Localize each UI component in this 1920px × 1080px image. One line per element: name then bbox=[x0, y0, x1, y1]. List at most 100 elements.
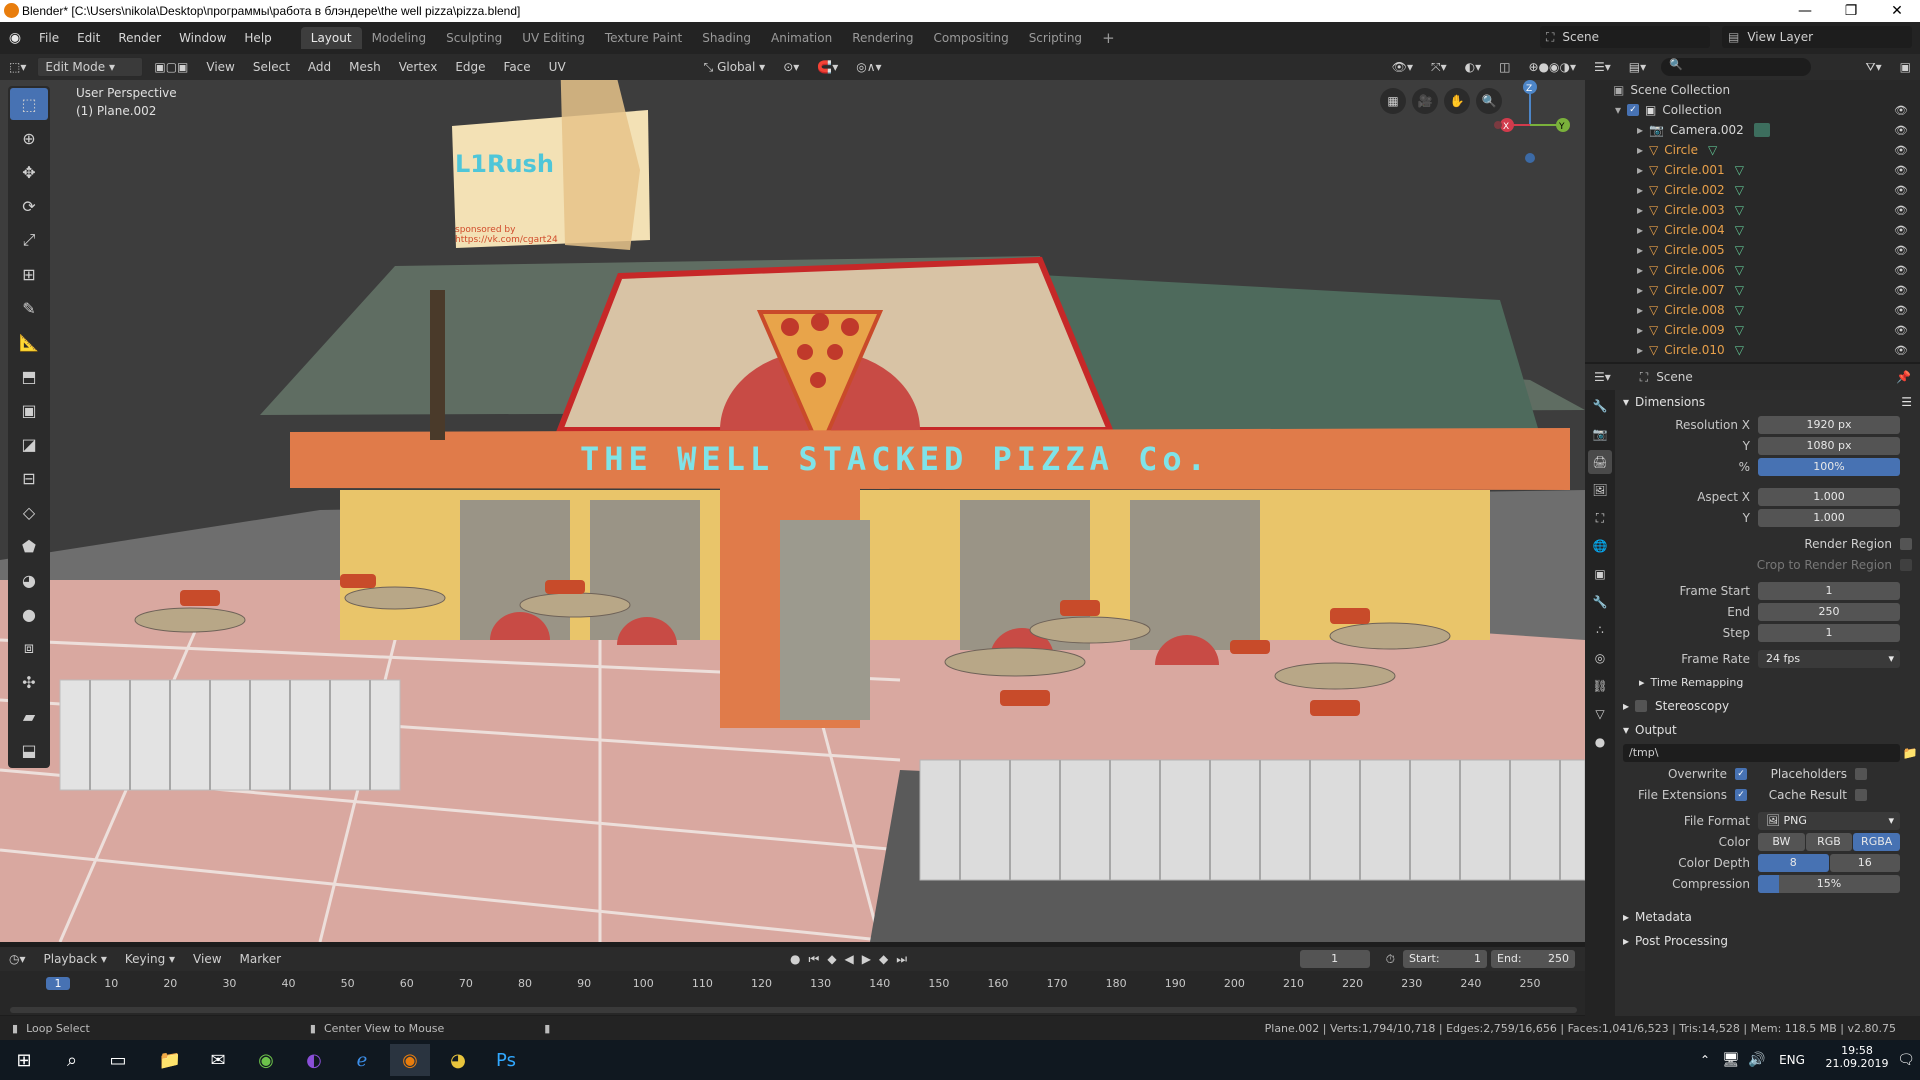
scene-collection-row[interactable]: ▣ Scene Collection bbox=[1585, 80, 1920, 100]
select-box-tool-icon[interactable]: ⬚ bbox=[10, 88, 48, 120]
menu-file[interactable]: File bbox=[30, 31, 68, 45]
outliner-item[interactable]: ▸ 📷 Camera.002 👁 bbox=[1585, 120, 1920, 140]
inset-tool-icon[interactable]: ▣ bbox=[10, 394, 48, 426]
tab-sculpting[interactable]: Sculpting bbox=[436, 27, 512, 49]
play-icon[interactable]: ▶ bbox=[862, 952, 871, 967]
tab-scripting[interactable]: Scripting bbox=[1019, 27, 1092, 49]
rotate-tool-icon[interactable]: ⟳ bbox=[10, 190, 48, 222]
filter-icon[interactable]: ⛛▾ bbox=[1859, 58, 1889, 77]
frame-rate-dropdown[interactable]: 24 fps ▾ bbox=[1758, 650, 1900, 668]
file-explorer-icon[interactable]: 📁 bbox=[150, 1044, 190, 1076]
pan-hand-icon[interactable]: ✋ bbox=[1444, 88, 1470, 114]
tab-compositing[interactable]: Compositing bbox=[923, 27, 1018, 49]
shrink-fatten-tool-icon[interactable]: ✣ bbox=[10, 666, 48, 698]
menu-face[interactable]: Face bbox=[497, 58, 538, 76]
timeline-editor-type-icon[interactable]: ◷▾ bbox=[2, 950, 33, 968]
outliner-item[interactable]: ▸ ▽ Circle.002 ▽ 👁 bbox=[1585, 180, 1920, 200]
output-section[interactable]: ▾ Output bbox=[1615, 718, 1920, 742]
outliner-item[interactable]: ▸ ▽ Circle.005 ▽ 👁 bbox=[1585, 240, 1920, 260]
stereoscopy-checkbox[interactable] bbox=[1635, 700, 1648, 712]
compression-slider[interactable]: 15% bbox=[1758, 875, 1900, 893]
notifications-icon[interactable]: 🗨 bbox=[1892, 1044, 1920, 1076]
gizmo-toggle-icon[interactable]: ⤧▾ bbox=[1424, 58, 1454, 77]
collection-checkbox[interactable]: ✓ bbox=[1627, 104, 1640, 116]
menu-help[interactable]: Help bbox=[235, 31, 280, 45]
measure-tool-icon[interactable]: 📐 bbox=[10, 326, 48, 358]
proportional-edit-icon[interactable]: ◎∧▾ bbox=[849, 58, 888, 76]
editor-type-icon[interactable]: ⬚▾ bbox=[2, 58, 33, 76]
toggle-grid-icon[interactable]: ▦ bbox=[1380, 88, 1406, 114]
frame-start-field[interactable]: 1 bbox=[1758, 582, 1900, 600]
visibility-eye-icon[interactable]: 👁 bbox=[1894, 204, 1908, 217]
annotate-tool-icon[interactable]: ✎ bbox=[10, 292, 48, 324]
menu-vertex[interactable]: Vertex bbox=[392, 58, 445, 76]
timeline[interactable]: 1 10 20 30 40 50 60 70 80 90 100 110 120 130 140 150 160… bbox=[0, 971, 1585, 1015]
outliner-item[interactable]: ▸ ▽ Circle.009 ▽ 👁 bbox=[1585, 320, 1920, 340]
task-view-icon[interactable]: ▭ bbox=[98, 1044, 138, 1076]
chrome-icon[interactable]: ◕ bbox=[438, 1044, 478, 1076]
depth-16-button[interactable]: 16 bbox=[1829, 854, 1900, 872]
camera-view-icon[interactable]: 🎥 bbox=[1412, 88, 1438, 114]
resolution-y-field[interactable]: 1080 px bbox=[1758, 437, 1900, 455]
start-frame-field[interactable]: Start: 1 bbox=[1403, 950, 1487, 968]
volume-icon[interactable]: 🔊 bbox=[1744, 1044, 1770, 1076]
folder-icon[interactable]: 📁 bbox=[1900, 746, 1920, 760]
resolution-percent-field[interactable]: 100% bbox=[1758, 458, 1900, 476]
visibility-icon[interactable]: 👁▾ bbox=[1385, 58, 1420, 76]
scale-tool-icon[interactable]: ⤢ bbox=[10, 224, 48, 256]
select-mode-icons[interactable]: ▣▢▣ bbox=[147, 58, 195, 76]
orientation-selector[interactable]: ⤡ Global ▾ bbox=[697, 58, 773, 77]
transform-tool-icon[interactable]: ⊞ bbox=[10, 258, 48, 290]
menu-timeline-view[interactable]: View bbox=[186, 950, 228, 968]
render-region-checkbox[interactable] bbox=[1900, 538, 1912, 550]
depth-8-button[interactable]: 8 bbox=[1758, 854, 1829, 872]
frame-end-field[interactable]: 250 bbox=[1758, 603, 1900, 621]
file-extensions-checkbox[interactable]: ✓ bbox=[1735, 789, 1747, 801]
placeholders-checkbox[interactable] bbox=[1855, 768, 1867, 780]
outliner-item[interactable]: ▸ ▽ Circle.008 ▽ 👁 bbox=[1585, 300, 1920, 320]
visibility-eye-icon[interactable]: 👁 bbox=[1894, 184, 1908, 197]
end-frame-field[interactable]: End: 250 bbox=[1491, 950, 1575, 968]
shading-modes-icon[interactable]: ⊕●◉◑▾ bbox=[1522, 58, 1584, 76]
tab-uv-editing[interactable]: UV Editing bbox=[512, 27, 595, 49]
crop-region-checkbox[interactable] bbox=[1900, 559, 1912, 571]
play-reverse-icon[interactable]: ◀ bbox=[845, 952, 854, 967]
world-tab-icon[interactable]: 🌐 bbox=[1588, 534, 1612, 558]
menu-view[interactable]: View bbox=[199, 58, 241, 76]
language-indicator[interactable]: ENG bbox=[1772, 1044, 1812, 1076]
visibility-eye-icon[interactable]: 👁 bbox=[1894, 324, 1908, 337]
outliner-item[interactable]: ▸ ▽ Circle.001 ▽ 👁 bbox=[1585, 160, 1920, 180]
display-mode-icon[interactable]: ▤▾ bbox=[1622, 58, 1653, 76]
visibility-eye-icon[interactable]: 👁 bbox=[1894, 284, 1908, 297]
minimize-button[interactable]: — bbox=[1782, 0, 1828, 22]
rip-tool-icon[interactable]: ⬓ bbox=[10, 734, 48, 766]
timeline-scrollbar[interactable] bbox=[10, 1007, 1577, 1013]
outliner-search-field[interactable]: 🔍 bbox=[1661, 58, 1812, 76]
jump-start-icon[interactable]: ⏮ bbox=[809, 952, 820, 967]
outliner-item[interactable]: ▸ ▽ Circle.006 ▽ 👁 bbox=[1585, 260, 1920, 280]
particles-tab-icon[interactable]: ∴ bbox=[1588, 618, 1612, 642]
mode-selector[interactable]: Edit Mode ▾ bbox=[37, 57, 144, 77]
outliner-editor-type-icon[interactable]: ☰▾ bbox=[1587, 58, 1618, 76]
menu-keying[interactable]: Keying ▾ bbox=[118, 950, 182, 968]
visibility-eye-icon[interactable]: 👁 bbox=[1894, 224, 1908, 237]
outliner-item[interactable]: ▸ ▽ Circle ▽ 👁 bbox=[1585, 140, 1920, 160]
pivot-icon[interactable]: ⊙▾ bbox=[776, 58, 806, 76]
pin-icon[interactable]: 📌 bbox=[1889, 368, 1918, 386]
tab-animation[interactable]: Animation bbox=[761, 27, 842, 49]
next-keyframe-icon[interactable]: ◆ bbox=[879, 952, 888, 967]
spin-tool-icon[interactable]: ◕ bbox=[10, 564, 48, 596]
frame-step-field[interactable]: 1 bbox=[1758, 624, 1900, 642]
collection-row[interactable]: ▾ ✓ ▣ Collection 👁 bbox=[1585, 100, 1920, 120]
resolution-x-field[interactable]: 1920 px bbox=[1758, 416, 1900, 434]
jump-end-icon[interactable]: ⏭ bbox=[896, 952, 907, 967]
modifier-tab-icon[interactable]: 🔧 bbox=[1588, 590, 1612, 614]
menu-edit[interactable]: Edit bbox=[68, 31, 109, 45]
view-layer-tab-icon[interactable]: 🖼 bbox=[1588, 478, 1612, 502]
snap-icon[interactable]: 🧲▾ bbox=[810, 58, 845, 76]
aspect-y-field[interactable]: 1.000 bbox=[1758, 509, 1900, 527]
scene-selector[interactable]: ⛶ Scene bbox=[1540, 26, 1710, 48]
menu-playback[interactable]: Playback ▾ bbox=[37, 950, 114, 968]
edge-browser-icon[interactable]: ℯ bbox=[342, 1044, 382, 1076]
cursor-tool-icon[interactable]: ⊕ bbox=[10, 122, 48, 154]
